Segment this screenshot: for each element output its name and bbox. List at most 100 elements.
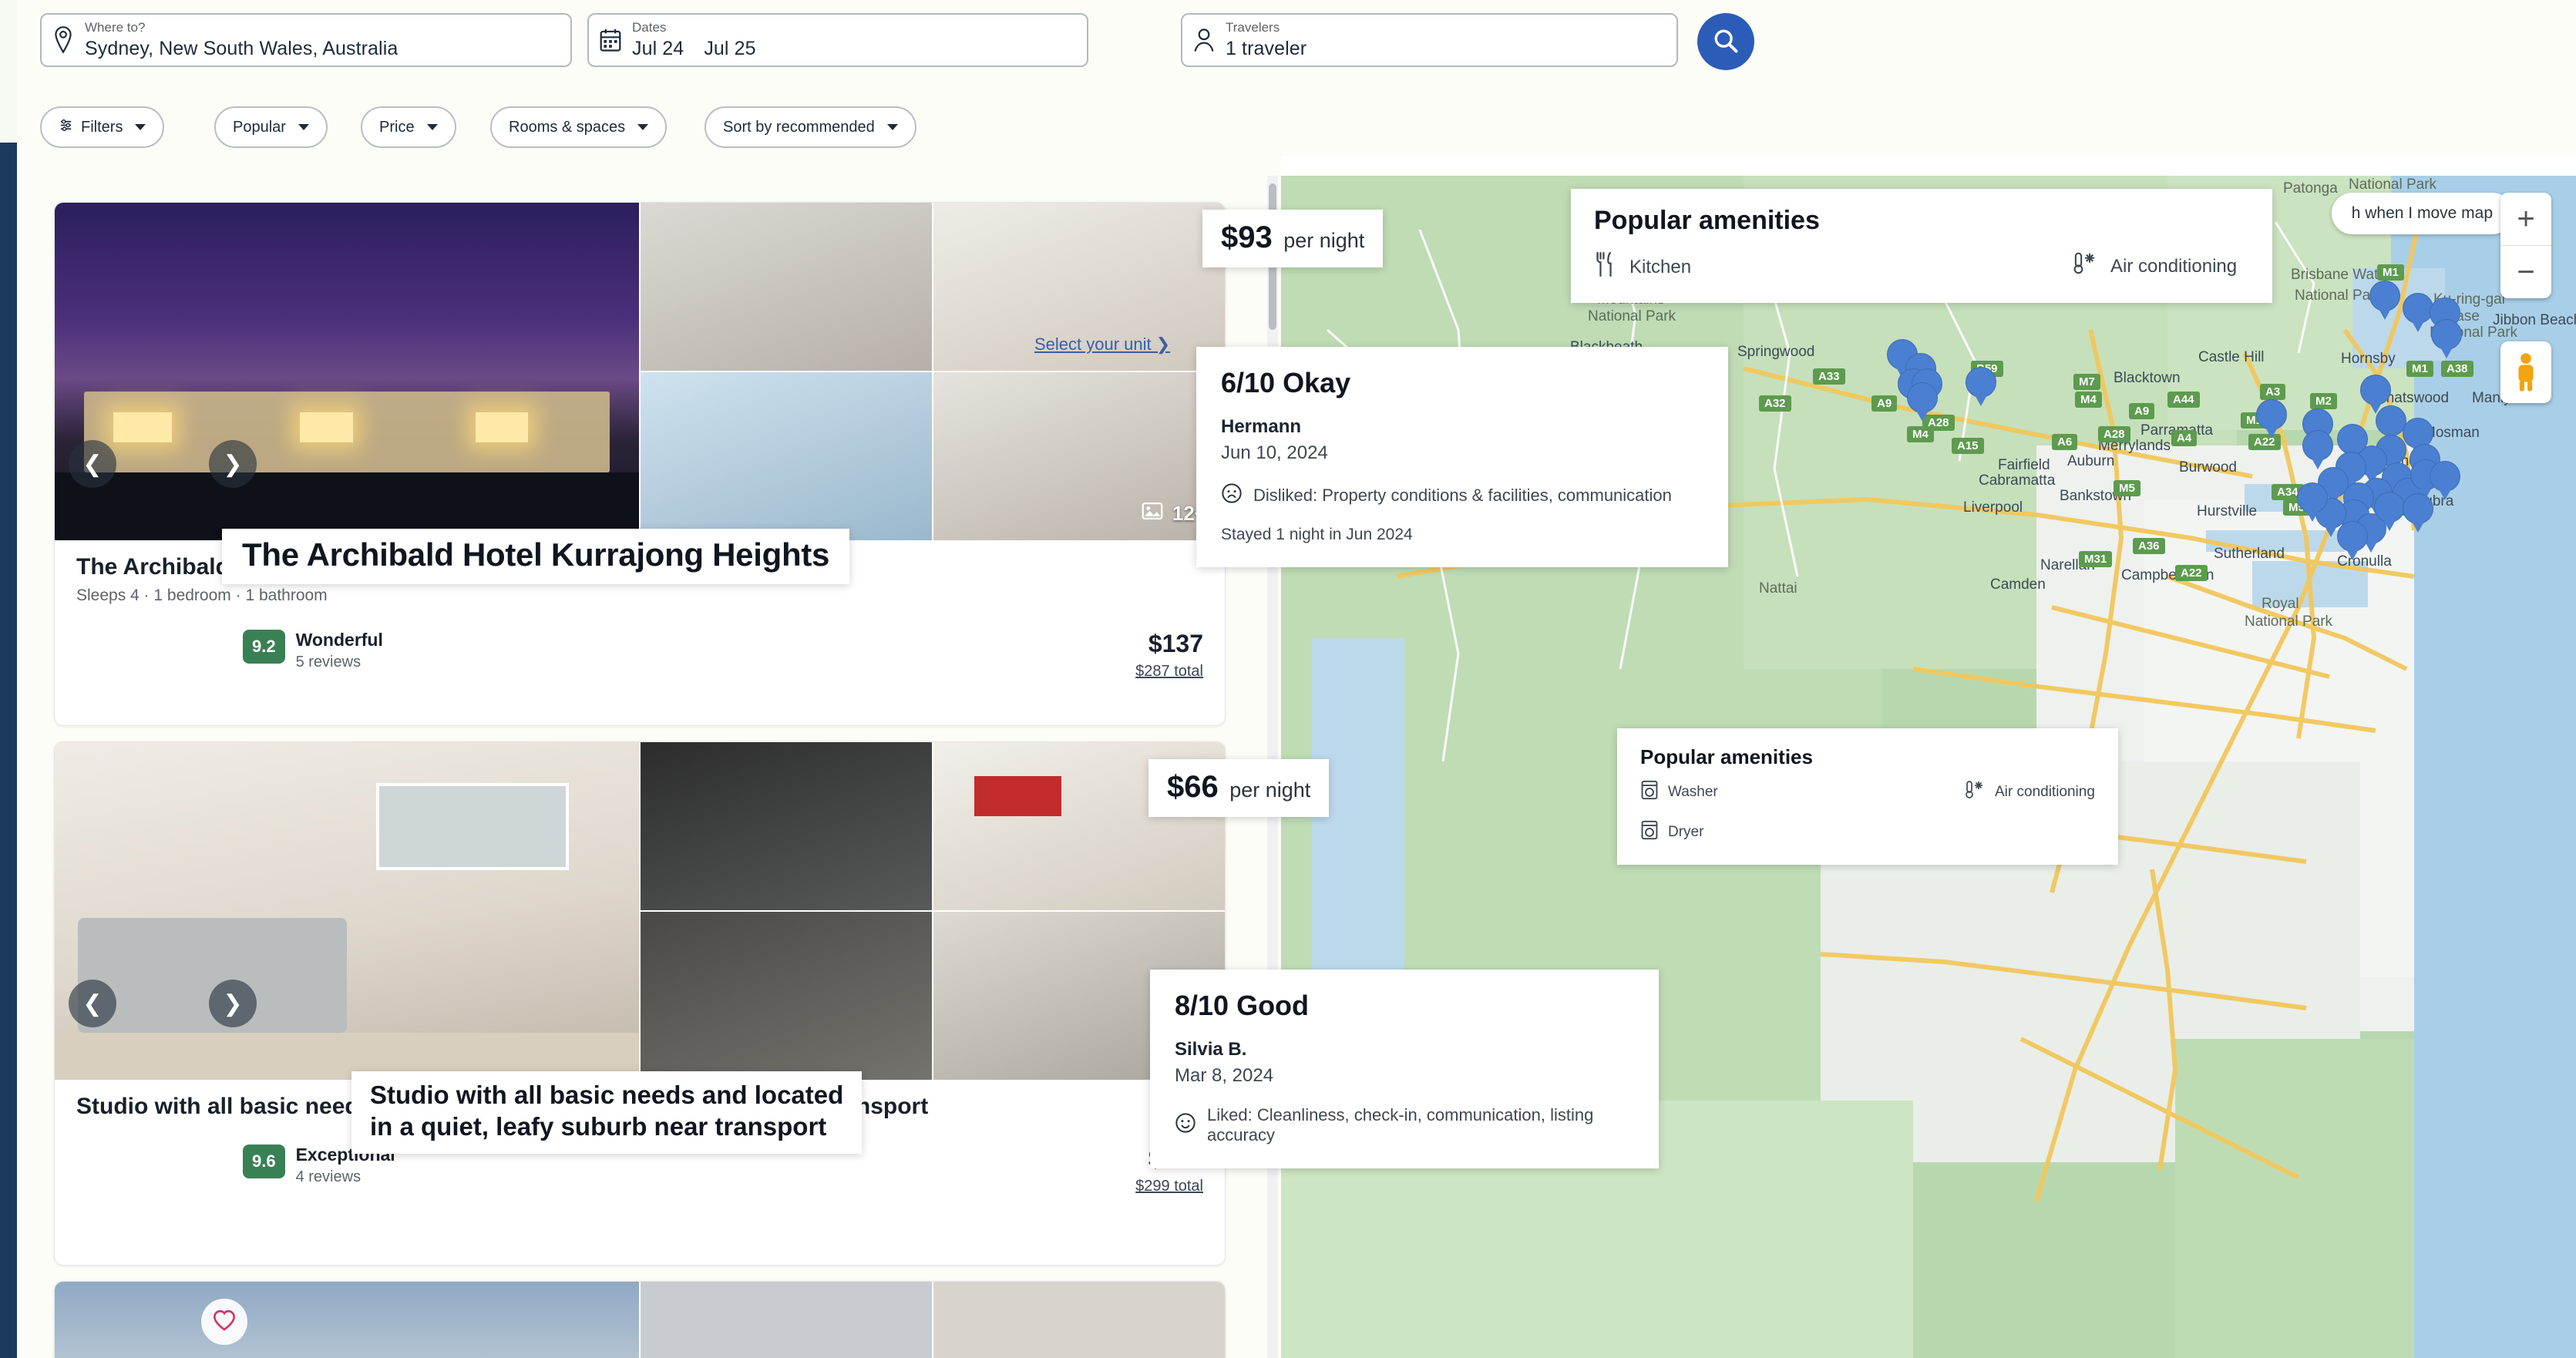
map-property-pin[interactable] — [1907, 382, 1938, 422]
search-when-move-map-toggle[interactable]: h when I move map — [2331, 193, 2513, 234]
washer-icon — [1640, 780, 1659, 805]
amenity-item: Dryer — [1640, 820, 1964, 845]
destination-field[interactable]: Where to? Sydney, New South Wales, Austr… — [40, 13, 572, 67]
amenity-label: Washer — [1668, 784, 1718, 800]
gallery-image-thumb — [641, 912, 933, 1081]
chip-filters[interactable]: Filters — [40, 106, 165, 148]
map-place-label: Royal — [2262, 596, 2299, 612]
property-card[interactable]: Studio with all basic needs and located … — [54, 741, 1226, 1266]
map-property-pin[interactable] — [2403, 293, 2433, 333]
property-gallery[interactable] — [55, 742, 1225, 1081]
gallery-image-main — [55, 742, 641, 1081]
price-tooltip-per: per night — [1283, 229, 1365, 252]
chevron-right-icon: ❯ — [223, 990, 243, 1017]
chip-price-label: Price — [379, 118, 415, 136]
property-card[interactable]: Aparthotel · 7 min drive to the beach Th… — [54, 1281, 1226, 1358]
map-route-shield: A38 — [2441, 361, 2473, 377]
popular-amenities-tooltip: Popular amenities Kitchen Air conditioni… — [1571, 189, 2272, 303]
favorite-button[interactable] — [201, 1299, 247, 1345]
map-property-pin[interactable] — [2403, 493, 2433, 533]
travelers-field[interactable]: Travelers 1 traveler — [1181, 13, 1678, 67]
map-route-shield: A15 — [1952, 438, 1984, 454]
zoom-in-button[interactable]: + — [2500, 193, 2551, 245]
amenity-label: Air conditioning — [1995, 784, 2095, 800]
date-start-value: Jul 24 — [632, 38, 684, 60]
map-property-pin[interactable] — [1966, 367, 1996, 407]
gallery-prev-button[interactable]: ❮ — [69, 440, 116, 488]
gallery-image-thumb — [933, 1282, 1225, 1358]
filter-sliders-icon — [59, 118, 73, 137]
dates-label: Dates — [632, 19, 667, 35]
travelers-label: Travelers — [1226, 19, 1280, 35]
gallery-next-button[interactable]: ❯ — [209, 980, 257, 1027]
travelers-value: 1 traveler — [1226, 38, 1307, 60]
map-property-pin[interactable] — [2256, 399, 2287, 439]
amenity-label: Kitchen — [1629, 256, 1692, 277]
dates-field[interactable]: Dates Jul 24 Jul 25 — [587, 13, 1088, 67]
filter-chip-row: Filters Popular Price Rooms & spaces Sor… — [17, 100, 2576, 156]
property-card[interactable]: 12+ The Archibald Hotel Kurrajong Height… — [54, 202, 1226, 726]
gallery-next-button[interactable]: ❯ — [209, 440, 257, 488]
map-zoom-controls[interactable]: + − — [2500, 193, 2551, 298]
review-date: Jun 10, 2024 — [1221, 442, 1328, 463]
map-place-label: Cabramatta — [1979, 472, 2056, 489]
chevron-down-icon — [298, 124, 309, 130]
review-sentiment: Disliked: Property conditions & faciliti… — [1253, 486, 1672, 505]
results-list[interactable]: Select your unit ❯ 12+ The Archibald Sle… — [17, 156, 1281, 1358]
map-route-shield: M1 — [2406, 361, 2433, 377]
map-place-label: Hurstville — [2197, 503, 2258, 519]
price-per-night: $137 — [1148, 630, 1203, 657]
amenities-column-right: Air conditioning — [1964, 780, 2095, 845]
amenity-item: Kitchen — [1594, 251, 2072, 283]
map-property-pin[interactable] — [2430, 461, 2460, 501]
map-route-shield: A36 — [2133, 538, 2165, 554]
chip-popular-label: Popular — [233, 118, 286, 136]
review-tooltip: 8/10 Good Silvia B. Mar 8, 2024 Liked: C… — [1150, 970, 1659, 1168]
map-route-shield: M5 — [2114, 480, 2141, 496]
map-property-pin[interactable] — [2431, 319, 2462, 359]
search-icon — [1713, 28, 1739, 56]
zoom-out-button[interactable]: − — [2500, 246, 2551, 298]
destination-label: Where to? — [85, 19, 146, 35]
property-gallery[interactable]: 12+ — [55, 203, 1225, 542]
review-tooltip: 6/10 Okay Hermann Jun 10, 2024 Disliked:… — [1196, 347, 1728, 567]
price-tooltip-amount: $93 — [1221, 220, 1273, 254]
street-view-pegman-icon[interactable] — [2500, 341, 2551, 403]
map-place-label: Castle Hill — [2198, 349, 2265, 365]
map-route-shield: M1 — [2377, 264, 2404, 281]
search-button[interactable] — [1697, 13, 1754, 70]
chip-sort-by[interactable]: Sort by recommended — [705, 106, 916, 148]
kitchen-utensils-icon — [1594, 251, 1617, 283]
app-root: Where to? Sydney, New South Wales, Austr… — [0, 0, 2576, 1358]
price-tooltip-per: per night — [1229, 778, 1311, 802]
rating-score: 9.2 — [243, 630, 285, 664]
chip-popular[interactable]: Popular — [214, 106, 328, 148]
map-property-pin[interactable] — [2369, 281, 2400, 321]
price-total[interactable]: $287 total — [1135, 663, 1203, 681]
smiling-face-icon — [1175, 1112, 1196, 1138]
map-property-pin[interactable] — [2297, 482, 2328, 523]
map-property-pin[interactable] — [2374, 492, 2405, 532]
amenity-label: Air conditioning — [2110, 255, 2238, 277]
map-route-shield: M4 — [2075, 392, 2102, 408]
select-your-unit-link[interactable]: Select your unit ❯ — [1034, 334, 1170, 355]
map-route-shield: A9 — [2129, 403, 2155, 419]
map-place-label: Springwood — [1737, 344, 1815, 360]
gallery-prev-button[interactable]: ❮ — [69, 980, 116, 1027]
price-block: $137 $287 total — [1135, 630, 1203, 681]
map-place-label: Blacktown — [2114, 370, 2181, 386]
chevron-right-icon: ❯ — [223, 451, 243, 477]
gallery-image-main — [55, 203, 641, 542]
popular-amenities-heading: Popular amenities — [1594, 206, 1820, 235]
air-conditioning-icon — [2072, 251, 2098, 281]
map-route-shield: A4 — [2171, 430, 2198, 446]
property-gallery[interactable] — [55, 1282, 1225, 1358]
price-tooltip-amount: $66 — [1167, 770, 1219, 804]
chip-rooms-spaces[interactable]: Rooms & spaces — [490, 106, 668, 148]
chip-price[interactable]: Price — [361, 106, 456, 148]
map-property-pin[interactable] — [2302, 430, 2333, 470]
amenity-label: Dryer — [1668, 824, 1704, 840]
price-total[interactable]: $299 total — [1135, 1178, 1203, 1195]
map-route-shield: A6 — [2052, 434, 2078, 450]
rating-review-count: 4 reviews — [295, 1168, 362, 1185]
